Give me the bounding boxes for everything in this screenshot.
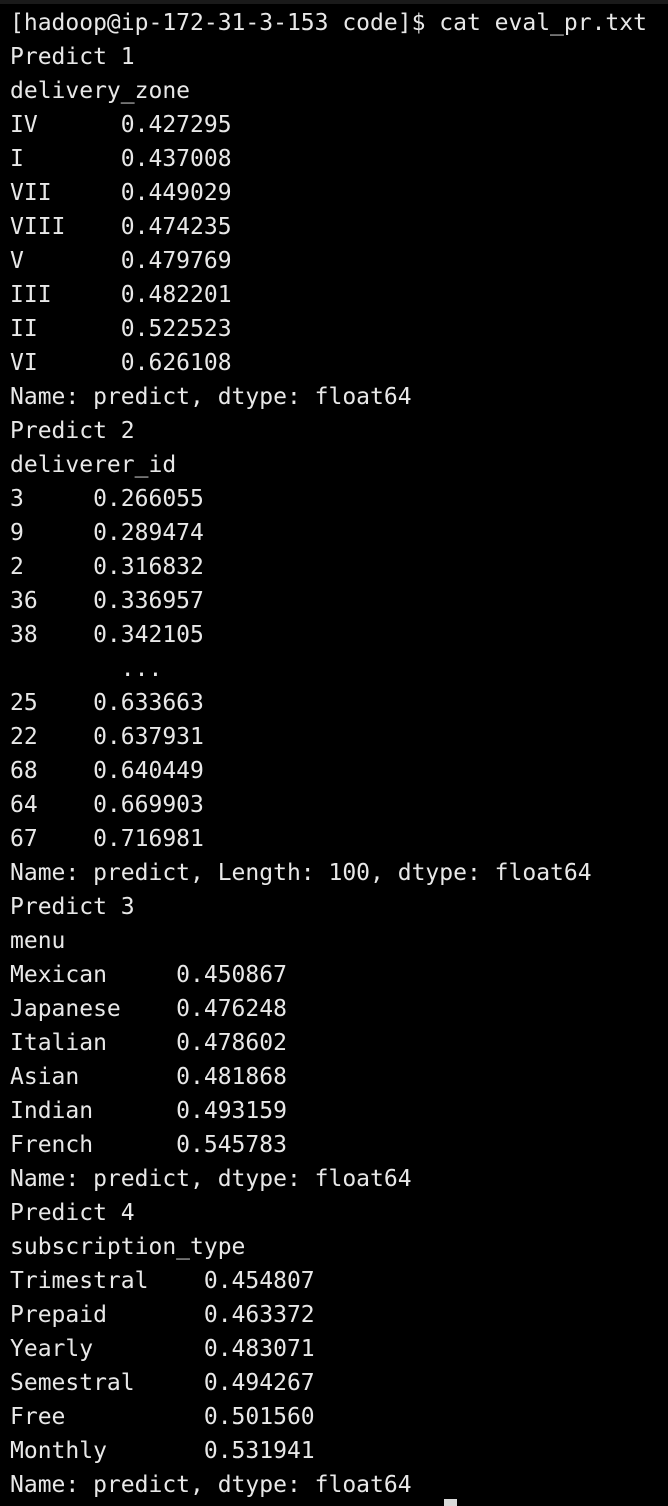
output-line: Italian 0.478602 <box>10 1030 287 1056</box>
terminal-output: [hadoop@ip-172-31-3-153 code]$ cat eval_… <box>10 6 647 1502</box>
output-line: 25 0.633663 <box>10 690 204 716</box>
output-line: Predict 4 <box>10 1200 135 1226</box>
command-prompt-line: [hadoop@ip-172-31-3-153 code]$ cat eval_… <box>10 10 647 36</box>
output-line: VIII 0.474235 <box>10 214 232 240</box>
output-line: II 0.522523 <box>10 316 232 342</box>
output-line: Yearly 0.483071 <box>10 1336 315 1362</box>
output-line: Semestral 0.494267 <box>10 1370 315 1396</box>
output-line: IV 0.427295 <box>10 112 232 138</box>
output-line: French 0.545783 <box>10 1132 287 1158</box>
output-line: Name: predict, dtype: float64 <box>10 1472 412 1498</box>
output-line: 9 0.289474 <box>10 520 204 546</box>
clipped-previous-line <box>0 0 668 4</box>
output-line: 22 0.637931 <box>10 724 204 750</box>
output-line: VII 0.449029 <box>10 180 232 206</box>
output-line: 3 0.266055 <box>10 486 204 512</box>
output-line: deliverer_id <box>10 452 177 478</box>
output-line: 68 0.640449 <box>10 758 204 784</box>
output-line: 67 0.716981 <box>10 826 204 852</box>
terminal-window[interactable]: [hadoop@ip-172-31-3-153 code]$ cat eval_… <box>0 0 668 1506</box>
output-line: Asian 0.481868 <box>10 1064 287 1090</box>
output-line: 2 0.316832 <box>10 554 204 580</box>
output-line: Trimestral 0.454807 <box>10 1268 315 1294</box>
output-line: Prepaid 0.463372 <box>10 1302 315 1328</box>
output-line: Name: predict, dtype: float64 <box>10 384 412 410</box>
output-line: Mexican 0.450867 <box>10 962 287 988</box>
output-line: 64 0.669903 <box>10 792 204 818</box>
output-line: Predict 1 <box>10 44 135 70</box>
output-line: delivery_zone <box>10 78 191 104</box>
output-line: Japanese 0.476248 <box>10 996 287 1022</box>
output-line: Free 0.501560 <box>10 1404 315 1430</box>
output-line: Name: predict, Length: 100, dtype: float… <box>10 860 592 886</box>
output-line: subscription_type <box>10 1234 246 1260</box>
output-line: Predict 2 <box>10 418 135 444</box>
output-line: Name: predict, dtype: float64 <box>10 1166 412 1192</box>
output-line: Predict 3 <box>10 894 135 920</box>
output-line: 38 0.342105 <box>10 622 204 648</box>
output-line: menu <box>10 928 66 954</box>
output-line: VI 0.626108 <box>10 350 232 376</box>
terminal-cursor <box>444 1499 457 1506</box>
output-line: III 0.482201 <box>10 282 232 308</box>
output-line: ... <box>10 656 163 682</box>
output-line: I 0.437008 <box>10 146 232 172</box>
output-line: Monthly 0.531941 <box>10 1438 315 1464</box>
output-line: 36 0.336957 <box>10 588 204 614</box>
output-line: Indian 0.493159 <box>10 1098 287 1124</box>
output-line: V 0.479769 <box>10 248 232 274</box>
